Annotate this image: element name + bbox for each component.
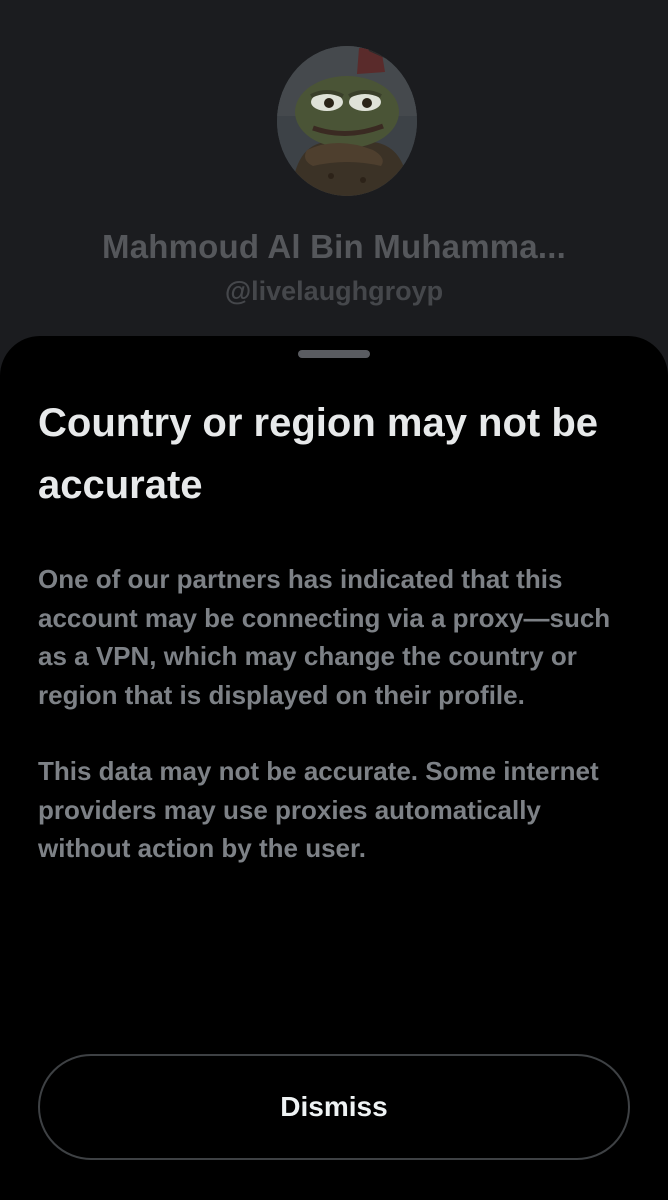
avatar[interactable] [277, 46, 417, 196]
sheet-paragraph-proxy: One of our partners has indicated that t… [38, 564, 611, 710]
frog-avatar-icon [277, 46, 417, 196]
sheet-body: One of our partners has indicated that t… [38, 560, 634, 868]
profile-display-name: Mahmoud Al Bin Muhamma... [102, 228, 566, 265]
sheet-grabber[interactable] [298, 350, 370, 358]
dismiss-button[interactable]: Dismiss [38, 1054, 630, 1160]
sheet-paragraph-accuracy: This data may not be accurate. Some inte… [38, 756, 599, 863]
bottom-sheet: Country or region may not be accurate On… [0, 336, 668, 1200]
sheet-title: Country or region may not be accurate [38, 401, 599, 507]
profile-handle: @livelaughgroyp [224, 276, 444, 306]
screen: Mahmoud Al Bin Muhamma... @livelaughgroy… [0, 0, 668, 1200]
profile-header: Mahmoud Al Bin Muhamma... @livelaughgroy… [0, 0, 668, 360]
